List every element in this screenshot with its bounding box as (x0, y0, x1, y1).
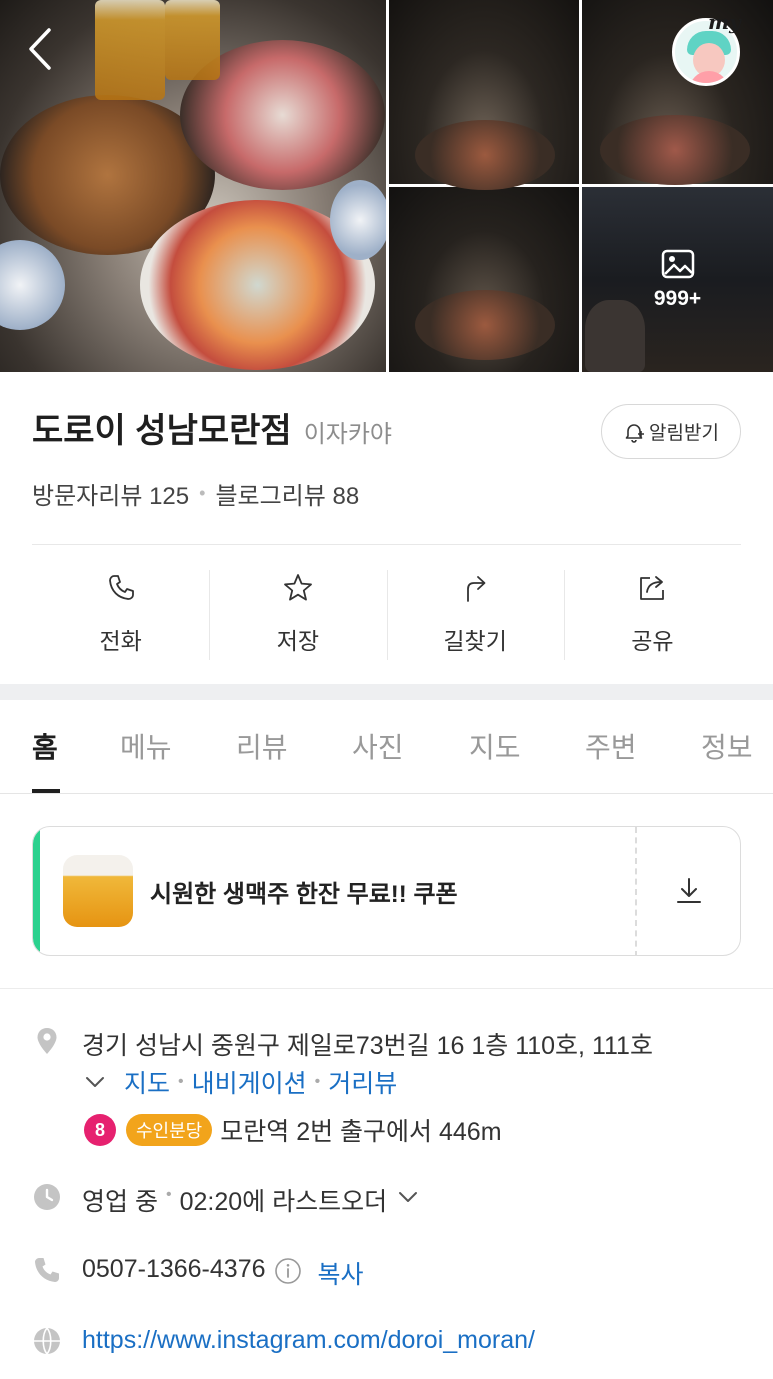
call-label: 전화 (99, 628, 142, 654)
place-name: 도로이 성남모란점 (32, 412, 292, 450)
subway-line-badge: 8 (84, 1114, 116, 1146)
plate-decor (0, 240, 65, 330)
address-links: 지도 • 내비게이션 • 거리뷰 (84, 1064, 397, 1100)
download-icon[interactable] (673, 875, 705, 907)
phone-icon (35, 1258, 59, 1282)
open-status: 영업 중 (82, 1188, 158, 1216)
more-photos-overlay[interactable]: 999+ (582, 187, 773, 372)
coupon-accent-bar (33, 827, 40, 955)
website-link[interactable]: https://www.instagram.com/doroi_moran/ (82, 1326, 535, 1355)
hours-row[interactable]: 영업 중 • 02:20에 라스트오더 (32, 1182, 419, 1218)
star-icon (283, 574, 312, 601)
transit-text: 모란역 2번 출구에서 446m (220, 1118, 502, 1146)
directions-button[interactable]: 길찾기 (386, 568, 564, 660)
back-button[interactable] (25, 26, 65, 72)
map-link[interactable]: 지도 (124, 1064, 170, 1100)
alert-button-label: 알림받기 (649, 423, 719, 444)
photo-count: 999+ (653, 286, 702, 310)
address-text: 경기 성남시 중원구 제일로73번길 16 1층 110호, 111호 (82, 1032, 653, 1060)
coupon-title: 시원한 생맥주 한잔 무료!! 쿠폰 (150, 881, 458, 908)
subway-line-name-badge: 수인분당 (126, 1114, 213, 1146)
directions-arrow-icon (467, 576, 486, 602)
photo-gallery[interactable]: 999+ my (0, 0, 773, 372)
image-icon (661, 249, 694, 278)
coupon-separator (635, 827, 637, 955)
tab-nearby[interactable]: 주변 (585, 726, 637, 766)
visitor-review-link[interactable]: 방문자리뷰 125 (32, 476, 189, 511)
transit-info: 8 수인분당 모란역 2번 출구에서 446m (84, 1112, 502, 1148)
title-row: 도로이 성남모란점 이자카야 (32, 403, 392, 452)
tab-map[interactable]: 지도 (469, 726, 521, 766)
chevron-down-icon[interactable] (397, 1186, 419, 1208)
coupon-card[interactable]: 시원한 생맥주 한잔 무료!! 쿠폰 (32, 826, 741, 956)
separator-dot: • (165, 1186, 172, 1203)
food-decor (415, 120, 555, 190)
share-icon (640, 576, 665, 600)
last-order-text: 02:20에 라스트오더 (179, 1188, 388, 1216)
separator-dot: • (178, 1073, 184, 1090)
beer-glass (165, 0, 220, 80)
globe-icon (34, 1327, 60, 1355)
my-label: my (708, 10, 741, 34)
food-decor (600, 115, 750, 185)
navigation-link[interactable]: 내비게이션 (192, 1064, 307, 1100)
plate-decor (330, 180, 386, 260)
save-button[interactable]: 저장 (209, 568, 386, 660)
food-decor (415, 290, 555, 360)
bell-plus-icon (625, 423, 645, 443)
website-row: https://www.instagram.com/doroi_moran/ (32, 1326, 535, 1356)
copy-phone-button[interactable]: 복사 (318, 1255, 364, 1291)
separator-dot: • (314, 1073, 321, 1090)
phone-row: 0507-1366-4376 복사 (32, 1255, 364, 1291)
chevron-down-icon[interactable] (84, 1071, 106, 1093)
separator-dot: • (199, 483, 206, 503)
place-category: 이자카야 (303, 421, 393, 448)
call-button[interactable]: 전화 (32, 568, 209, 660)
beer-image (63, 855, 133, 927)
action-bar: 전화 저장 길찾기 공유 (32, 568, 741, 660)
location-pin-icon (37, 1028, 57, 1054)
share-label: 공유 (631, 628, 674, 654)
address-row: 경기 성남시 중원구 제일로73번길 16 1층 110호, 111호 (32, 1026, 653, 1062)
directions-label: 길찾기 (443, 628, 507, 654)
tab-bar: 홈 메뉴 리뷰 사진 지도 주변 정보 (0, 700, 773, 794)
streetview-link[interactable]: 거리뷰 (328, 1064, 397, 1100)
divider (32, 544, 741, 545)
clock-icon (34, 1184, 60, 1210)
review-counts: 방문자리뷰 125 • 블로그리뷰 88 (32, 476, 359, 511)
section-divider (0, 684, 773, 700)
divider (0, 988, 773, 989)
tab-menu[interactable]: 메뉴 (120, 726, 172, 766)
info-circle-icon[interactable] (274, 1257, 302, 1285)
phone-number[interactable]: 0507-1366-4376 (82, 1255, 266, 1284)
share-button[interactable]: 공유 (563, 568, 741, 660)
phone-icon (108, 575, 134, 600)
beer-glass (95, 0, 165, 100)
blog-review-link[interactable]: 블로그리뷰 88 (215, 476, 359, 511)
alert-button[interactable]: 알림받기 (601, 404, 741, 459)
tab-info[interactable]: 정보 (701, 726, 753, 766)
save-label: 저장 (276, 628, 320, 654)
active-tab-indicator (32, 789, 60, 793)
chevron-left-icon (29, 28, 51, 70)
tab-photos[interactable]: 사진 (352, 726, 404, 766)
tab-home[interactable]: 홈 (32, 726, 58, 766)
tab-reviews[interactable]: 리뷰 (236, 726, 288, 766)
